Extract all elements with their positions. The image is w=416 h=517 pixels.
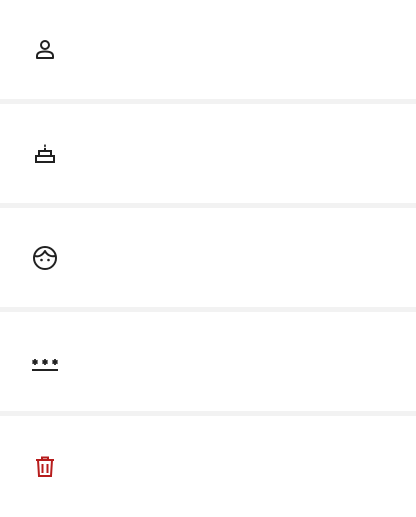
settings-row-delete[interactable]: [0, 416, 416, 517]
settings-row-password[interactable]: [0, 312, 416, 411]
settings-row-profile[interactable]: [0, 0, 416, 99]
settings-row-face[interactable]: [0, 208, 416, 307]
face-icon: [30, 243, 60, 273]
settings-row-birthday[interactable]: [0, 104, 416, 203]
cake-icon: [30, 139, 60, 169]
password-icon: [30, 347, 60, 377]
person-icon: [30, 35, 60, 65]
trash-icon: [30, 452, 60, 482]
settings-list: [0, 0, 416, 517]
